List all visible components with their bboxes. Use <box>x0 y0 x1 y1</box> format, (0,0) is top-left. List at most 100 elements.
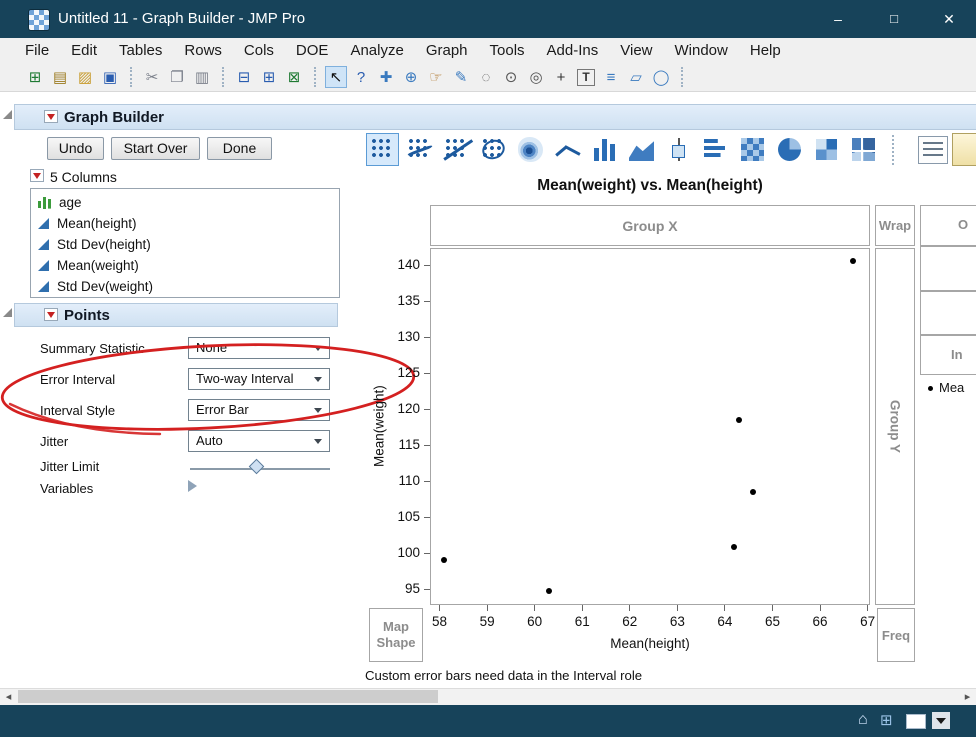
save-icon[interactable]: ▣ <box>99 66 121 88</box>
menu-edit[interactable]: Edit <box>60 38 108 63</box>
magnifier-tool-icon[interactable]: ⊙ <box>500 66 522 88</box>
join-table-icon[interactable]: ⊠ <box>283 66 305 88</box>
scroll-right-icon[interactable]: ▸ <box>959 688 976 705</box>
line-icon[interactable] <box>551 133 584 166</box>
smoother-icon[interactable] <box>403 133 436 166</box>
menu-addins[interactable]: Add-Ins <box>536 38 610 63</box>
open-icon[interactable]: ▨ <box>74 66 96 88</box>
column-item[interactable]: Mean(height) <box>31 213 339 234</box>
group-y-zone[interactable]: Group Y <box>875 248 915 605</box>
new-data-table-icon[interactable]: ⊞ <box>24 66 46 88</box>
column-item[interactable]: Std Dev(height) <box>31 234 339 255</box>
y-tick-mark <box>424 444 430 446</box>
points-menu-icon[interactable] <box>44 308 58 321</box>
cut-icon[interactable]: ✂ <box>141 66 163 88</box>
variables-disclosure-icon[interactable] <box>188 480 197 492</box>
formula-icon[interactable] <box>952 133 976 166</box>
wrap-zone[interactable]: Wrap <box>875 205 915 246</box>
jitter-select[interactable]: Auto <box>188 430 330 452</box>
outline-disclosure-icon[interactable] <box>3 308 12 317</box>
column-item[interactable]: Mean(weight) <box>31 255 339 276</box>
minimize-button[interactable]: – <box>810 0 866 38</box>
menu-tables[interactable]: Tables <box>108 38 173 63</box>
maximize-button[interactable]: □ <box>866 0 922 38</box>
menu-analyze[interactable]: Analyze <box>339 38 414 63</box>
menu-rows[interactable]: Rows <box>173 38 233 63</box>
outline-disclosure-icon[interactable] <box>3 110 12 119</box>
freq-zone[interactable]: Freq <box>877 608 915 662</box>
paste-icon[interactable]: ▥ <box>191 66 213 88</box>
x-tick-label: 64 <box>717 614 733 629</box>
line-of-fit-icon[interactable] <box>440 133 473 166</box>
menu-cols[interactable]: Cols <box>233 38 285 63</box>
scrollbar-thumb[interactable] <box>18 690 438 703</box>
brush-tool-icon[interactable]: ✎ <box>450 66 472 88</box>
column-item[interactable]: age <box>31 192 339 213</box>
group-x-zone[interactable]: Group X <box>430 205 870 246</box>
toolbar-separator <box>130 67 132 87</box>
move-tool-icon[interactable]: ✚ <box>375 66 397 88</box>
area-icon[interactable] <box>625 133 658 166</box>
menu-bar: File Edit Tables Rows Cols DOE Analyze Graph Too… <box>0 38 976 63</box>
interval-style-select[interactable]: Error Bar <box>188 399 330 421</box>
histogram-icon[interactable] <box>699 133 732 166</box>
arrow-tool-icon[interactable]: ↖ <box>325 66 347 88</box>
new-journal-icon[interactable]: ▤ <box>49 66 71 88</box>
start-over-button[interactable]: Start Over <box>111 137 200 160</box>
data-table-window-icon[interactable]: ⊞ <box>880 712 893 730</box>
menu-help[interactable]: Help <box>739 38 792 63</box>
line-annotate-tool-icon[interactable]: ≡ <box>600 66 622 88</box>
columns-menu-icon[interactable] <box>30 169 44 182</box>
bottom-status-bar <box>0 705 976 737</box>
menu-window[interactable]: Window <box>664 38 739 63</box>
heatmap-icon[interactable] <box>736 133 769 166</box>
oval-annotate-tool-icon[interactable]: ◯ <box>650 66 672 88</box>
undo-button[interactable]: Undo <box>47 137 104 160</box>
polygon-annotate-tool-icon[interactable]: ▱ <box>625 66 647 88</box>
menu-file[interactable]: File <box>14 38 60 63</box>
lasso-tool-icon[interactable]: ◌ <box>475 66 497 88</box>
home-window-icon[interactable]: ⌂ <box>858 711 868 729</box>
error-interval-select[interactable]: Two-way Interval <box>188 368 330 390</box>
close-button[interactable]: ✕ <box>922 0 976 38</box>
hand-tool-icon[interactable]: ☞ <box>425 66 447 88</box>
right-zone-cut[interactable] <box>920 246 976 291</box>
column-item[interactable]: Std Dev(weight) <box>31 276 339 297</box>
y-tick-label: 135 <box>397 293 420 309</box>
box-plot-icon[interactable] <box>662 133 695 166</box>
window-dropdown-icon[interactable] <box>932 712 950 729</box>
map-shape-zone[interactable]: Map Shape <box>369 608 423 662</box>
summary-table-icon[interactable]: ⊟ <box>233 66 255 88</box>
pie-icon[interactable] <box>773 133 806 166</box>
menu-graph[interactable]: Graph <box>415 38 479 63</box>
summary-statistic-select[interactable]: None <box>188 337 330 359</box>
plot-area[interactable] <box>430 248 870 605</box>
zoom-in-tool-icon[interactable]: ◎ <box>525 66 547 88</box>
window-list-box[interactable] <box>906 714 926 729</box>
interval-zone-cut[interactable] <box>920 335 976 375</box>
globe-tool-icon[interactable]: ⊕ <box>400 66 422 88</box>
done-button[interactable]: Done <box>207 137 272 160</box>
x-tick-label: 65 <box>764 614 780 629</box>
bar-icon[interactable] <box>588 133 621 166</box>
jitter-limit-slider-thumb[interactable] <box>248 458 265 475</box>
help-tool-icon[interactable]: ? <box>350 66 372 88</box>
crosshair-tool-icon[interactable]: + <box>550 66 572 88</box>
ellipse-icon[interactable] <box>477 133 510 166</box>
points-icon[interactable] <box>366 133 399 166</box>
copy-icon[interactable]: ❐ <box>166 66 188 88</box>
scroll-left-icon[interactable]: ◂ <box>0 688 17 705</box>
x-axis-title: Mean(height) <box>610 636 690 651</box>
contour-icon[interactable] <box>514 133 547 166</box>
right-zone-cut[interactable] <box>920 291 976 335</box>
caption-box-icon[interactable] <box>918 135 948 164</box>
mosaic-icon[interactable] <box>847 133 880 166</box>
text-annotate-tool-icon[interactable]: T <box>577 68 595 86</box>
menu-view[interactable]: View <box>609 38 663 63</box>
graph-builder-menu-icon[interactable] <box>44 110 58 123</box>
menu-tools[interactable]: Tools <box>479 38 536 63</box>
subset-table-icon[interactable]: ⊞ <box>258 66 280 88</box>
treemap-icon[interactable] <box>810 133 843 166</box>
menu-doe[interactable]: DOE <box>285 38 340 63</box>
jitter-limit-label: Jitter Limit <box>40 459 100 474</box>
